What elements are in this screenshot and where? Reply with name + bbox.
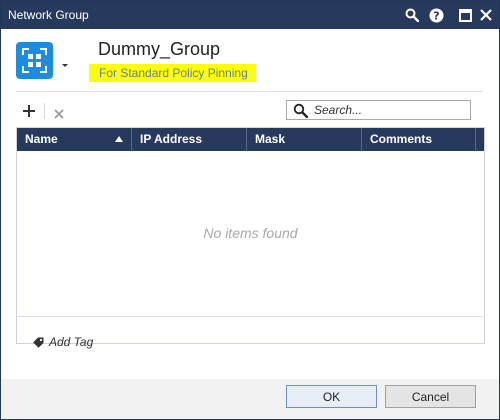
close-icon[interactable] <box>476 5 496 25</box>
maximize-icon[interactable] <box>455 5 475 25</box>
ok-button[interactable]: OK <box>286 385 377 408</box>
dialog-content: Dummy_Group For Standard Policy Pinning … <box>1 29 499 379</box>
search-icon[interactable] <box>402 5 422 25</box>
tag-icon <box>33 337 44 348</box>
plus-icon[interactable] <box>21 103 37 119</box>
column-header-label: Comments <box>370 132 433 146</box>
svg-text:?: ? <box>433 9 439 22</box>
add-tag-link[interactable]: Add Tag <box>33 334 93 350</box>
column-header-mask[interactable]: Mask <box>246 128 361 151</box>
add-tag-label: Add Tag <box>49 335 94 349</box>
column-header-label: Mask <box>255 132 286 146</box>
object-name[interactable]: Dummy_Group <box>98 39 220 60</box>
column-header-label: Name <box>25 132 58 146</box>
column-header-comments[interactable]: Comments <box>361 128 475 151</box>
column-header-filler <box>475 128 484 151</box>
header-divider <box>16 91 483 92</box>
table-header: Name IP Address Mask Comments <box>17 128 484 151</box>
chevron-down-icon[interactable] <box>60 55 70 67</box>
network-group-dialog: Network Group ? Dummy_Group For Standard… <box>0 0 500 420</box>
cancel-button[interactable]: Cancel <box>385 385 476 408</box>
column-header-ip-address[interactable]: IP Address <box>131 128 246 151</box>
sort-ascending-icon <box>115 136 123 142</box>
search-input[interactable] <box>314 102 466 118</box>
help-icon[interactable]: ? <box>426 5 446 25</box>
x-icon[interactable] <box>53 105 65 119</box>
search-box[interactable] <box>286 100 471 120</box>
column-header-name[interactable]: Name <box>17 128 131 151</box>
object-comment[interactable]: For Standard Policy Pinning <box>89 64 256 82</box>
members-table: Name IP Address Mask Comments No items f… <box>16 127 485 344</box>
network-group-icon <box>16 42 53 79</box>
window-title: Network Group <box>8 8 89 22</box>
tags-divider <box>16 316 483 317</box>
search-icon <box>293 103 309 119</box>
title-bar[interactable]: Network Group ? <box>1 1 499 29</box>
toolbar-divider <box>44 103 45 119</box>
empty-message: No items found <box>203 225 298 241</box>
column-header-label: IP Address <box>140 132 203 146</box>
